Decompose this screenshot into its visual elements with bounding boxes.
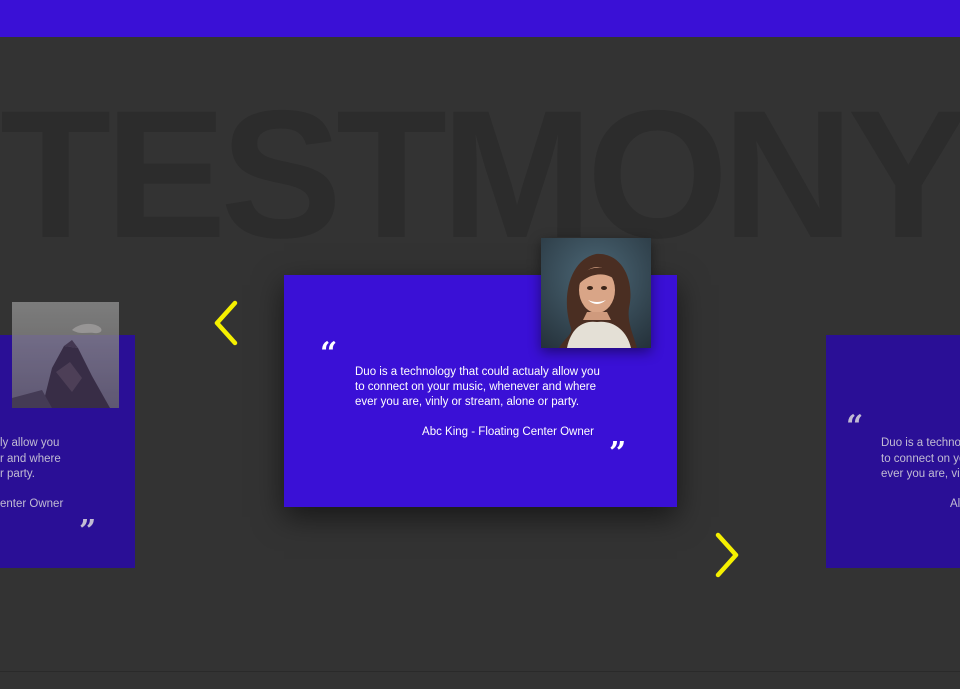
testimonial-author: Abc King - Floating Center Owner (422, 426, 594, 438)
previous-button[interactable] (211, 299, 241, 347)
chevron-right-icon (715, 532, 739, 578)
woman-portrait-photo (541, 238, 651, 348)
mountain-peak-photo (12, 302, 119, 408)
section-watermark-title: TESTMONY (0, 84, 960, 264)
chevron-left-icon (214, 300, 238, 346)
top-bar (0, 0, 960, 37)
close-quote-icon: ” (609, 436, 627, 471)
testimonial-author: Al (950, 498, 960, 510)
testimonial-text-line: ly allow you (0, 437, 60, 449)
testimonial-text-line: r party. (0, 468, 35, 480)
testimonial-text-line: to connect on yo (881, 453, 960, 465)
testimonial-text-line: Duo is a technology that could actualy a… (355, 366, 600, 378)
testimonial-card-next[interactable]: “ Duo is a techno to connect on yo ever … (826, 335, 960, 568)
testimonial-text-line: ever you are, vinly or stream, alone or … (355, 396, 580, 408)
testimonial-text-line: ever you are, vin (881, 468, 960, 480)
close-quote-icon: ” (79, 514, 97, 549)
next-button[interactable] (712, 531, 742, 579)
testimonial-text-line: to connect on your music, whenever and w… (355, 381, 596, 393)
testimonial-author: enter Owner (0, 498, 64, 510)
testimonial-text-line: Duo is a techno (881, 437, 960, 449)
section-bottom-divider (0, 671, 960, 672)
testimonial-text-line: r and where (0, 453, 61, 465)
open-quote-icon: “ (320, 336, 338, 371)
open-quote-icon: “ (846, 409, 864, 444)
